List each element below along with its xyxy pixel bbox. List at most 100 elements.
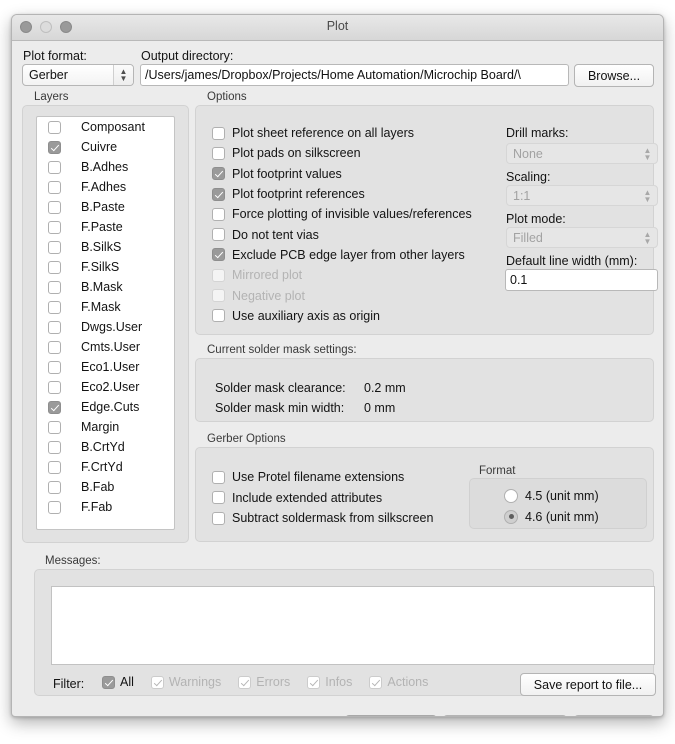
layer-checkbox[interactable] xyxy=(48,240,61,254)
output-directory-value: /Users/james/Dropbox/Projects/Home Autom… xyxy=(145,68,521,82)
layer-row[interactable]: B.Mask xyxy=(37,277,174,297)
option-checkbox[interactable] xyxy=(212,146,225,160)
gerber-checkbox[interactable] xyxy=(212,470,225,484)
option-checkbox[interactable] xyxy=(212,187,225,201)
layer-row[interactable]: Composant xyxy=(37,117,174,137)
layer-row[interactable]: F.Mask xyxy=(37,297,174,317)
layer-checkbox[interactable] xyxy=(48,320,61,334)
drill-marks-select[interactable]: None ▲ ▼ xyxy=(506,143,658,164)
gerber-checkbox[interactable] xyxy=(212,491,225,505)
messages-textarea[interactable] xyxy=(51,586,655,665)
layer-row[interactable]: Edge.Cuts xyxy=(37,397,174,417)
option-checkbox[interactable] xyxy=(212,126,225,140)
format-radio-list: 4.5 (unit mm) 4.6 (unit mm) xyxy=(504,485,644,527)
layer-row[interactable]: F.SilkS xyxy=(37,257,174,277)
options-group-label: Options xyxy=(207,91,247,103)
default-line-width-input[interactable]: 0.1 xyxy=(505,269,658,291)
option-checkbox-row: Mirrored plot xyxy=(212,265,502,285)
layer-checkbox[interactable] xyxy=(48,460,61,474)
layer-row[interactable]: B.SilkS xyxy=(37,237,174,257)
layer-row[interactable]: B.Adhes xyxy=(37,157,174,177)
layer-checkbox[interactable] xyxy=(48,360,61,374)
layers-list[interactable]: Composant Cuivre B.Adhes F.Adhes B.Paste F.Pa… xyxy=(36,116,175,530)
layer-checkbox[interactable] xyxy=(48,140,61,154)
plot-button[interactable]: Plot xyxy=(345,715,437,716)
layer-checkbox[interactable] xyxy=(48,500,61,514)
plot-mode-select[interactable]: Filled ▲ ▼ xyxy=(506,227,658,248)
format-radio-row[interactable]: 4.6 (unit mm) xyxy=(504,506,644,527)
title-bar: Plot xyxy=(12,15,663,41)
message-filter-row: Infos xyxy=(307,675,352,689)
option-checkbox-row[interactable]: Plot sheet reference on all layers xyxy=(212,123,502,143)
option-checkbox[interactable] xyxy=(212,228,225,242)
layer-row[interactable]: Dwgs.User xyxy=(37,317,174,337)
layer-checkbox[interactable] xyxy=(48,340,61,354)
scaling-select[interactable]: 1:1 ▲ ▼ xyxy=(506,185,658,206)
solder-mask-min-width-value: 0 mm xyxy=(364,401,396,415)
message-filter-checkbox xyxy=(238,675,252,689)
layer-checkbox[interactable] xyxy=(48,220,61,234)
option-checkbox xyxy=(212,268,225,282)
layer-checkbox[interactable] xyxy=(48,440,61,454)
layer-checkbox[interactable] xyxy=(48,200,61,214)
option-checkbox-row[interactable]: Use auxiliary axis as origin xyxy=(212,306,502,326)
output-directory-input[interactable]: /Users/james/Dropbox/Projects/Home Autom… xyxy=(140,64,569,86)
option-checkbox-row[interactable]: Force plotting of invisible values/refer… xyxy=(212,204,502,224)
layer-checkbox[interactable] xyxy=(48,420,61,434)
option-checkbox[interactable] xyxy=(212,167,225,181)
message-filter-row[interactable]: All xyxy=(102,675,134,689)
layer-row[interactable]: B.Paste xyxy=(37,197,174,217)
gerber-checkbox-row[interactable]: Use Protel filename extensions xyxy=(212,467,462,488)
gerber-checkbox[interactable] xyxy=(212,511,225,525)
chevron-updown-icon: ▲ ▼ xyxy=(643,229,652,246)
option-label: Use auxiliary axis as origin xyxy=(232,308,380,323)
layer-row[interactable]: Cmts.User xyxy=(37,337,174,357)
browse-button[interactable]: Browse... xyxy=(574,64,654,87)
option-label: Force plotting of invisible values/refer… xyxy=(232,207,472,222)
layer-checkbox[interactable] xyxy=(48,480,61,494)
layer-checkbox[interactable] xyxy=(48,120,61,134)
option-checkbox[interactable] xyxy=(212,309,225,323)
layer-row[interactable]: F.Paste xyxy=(37,217,174,237)
layer-checkbox[interactable] xyxy=(48,380,61,394)
option-checkbox-row[interactable]: Exclude PCB edge layer from other layers xyxy=(212,245,502,265)
solder-mask-group-label: Current solder mask settings: xyxy=(207,344,357,356)
option-label: Mirrored plot xyxy=(232,268,303,283)
layer-row[interactable]: B.CrtYd xyxy=(37,437,174,457)
layer-checkbox[interactable] xyxy=(48,400,61,414)
layer-row[interactable]: F.Adhes xyxy=(37,177,174,197)
option-checkbox-row[interactable]: Plot pads on silkscreen xyxy=(212,143,502,163)
gerber-label: Include extended attributes xyxy=(232,490,383,505)
message-filter-checkbox[interactable] xyxy=(102,675,115,689)
layer-label: B.SilkS xyxy=(81,240,122,254)
generate-drill-file-button[interactable]: Generate Drill File xyxy=(443,715,567,716)
layer-row[interactable]: B.Fab xyxy=(37,477,174,497)
filter-checkbox-list: All Warnings Errors Infos Actions xyxy=(102,675,428,689)
option-checkbox-row[interactable]: Plot footprint references xyxy=(212,184,502,204)
layer-row[interactable]: Eco1.User xyxy=(37,357,174,377)
layer-row[interactable]: F.Fab xyxy=(37,497,174,517)
layer-checkbox[interactable] xyxy=(48,300,61,314)
message-filter-row: Actions xyxy=(369,675,428,689)
format-radio[interactable] xyxy=(504,488,518,503)
close-button[interactable]: Close xyxy=(574,715,654,716)
option-checkbox[interactable] xyxy=(212,207,225,221)
option-checkbox-row[interactable]: Do not tent vias xyxy=(212,224,502,244)
layer-checkbox[interactable] xyxy=(48,260,61,274)
format-radio-row[interactable]: 4.5 (unit mm) xyxy=(504,485,644,506)
option-checkbox[interactable] xyxy=(212,248,225,262)
layer-row[interactable]: Cuivre xyxy=(37,137,174,157)
layer-checkbox[interactable] xyxy=(48,160,61,174)
plot-format-select[interactable]: Gerber ▲ ▼ xyxy=(22,64,134,86)
gerber-checkbox-row[interactable]: Subtract soldermask from silkscreen xyxy=(212,508,462,529)
layer-row[interactable]: Eco2.User xyxy=(37,377,174,397)
layer-checkbox[interactable] xyxy=(48,180,61,194)
layer-row[interactable]: F.CrtYd xyxy=(37,457,174,477)
layer-checkbox[interactable] xyxy=(48,280,61,294)
plot-mode-value: Filled xyxy=(513,230,543,245)
layer-row[interactable]: Margin xyxy=(37,417,174,437)
option-checkbox-row[interactable]: Plot footprint values xyxy=(212,164,502,184)
save-report-button[interactable]: Save report to file... xyxy=(520,673,656,696)
format-radio[interactable] xyxy=(504,509,518,524)
gerber-checkbox-row[interactable]: Include extended attributes xyxy=(212,488,462,509)
